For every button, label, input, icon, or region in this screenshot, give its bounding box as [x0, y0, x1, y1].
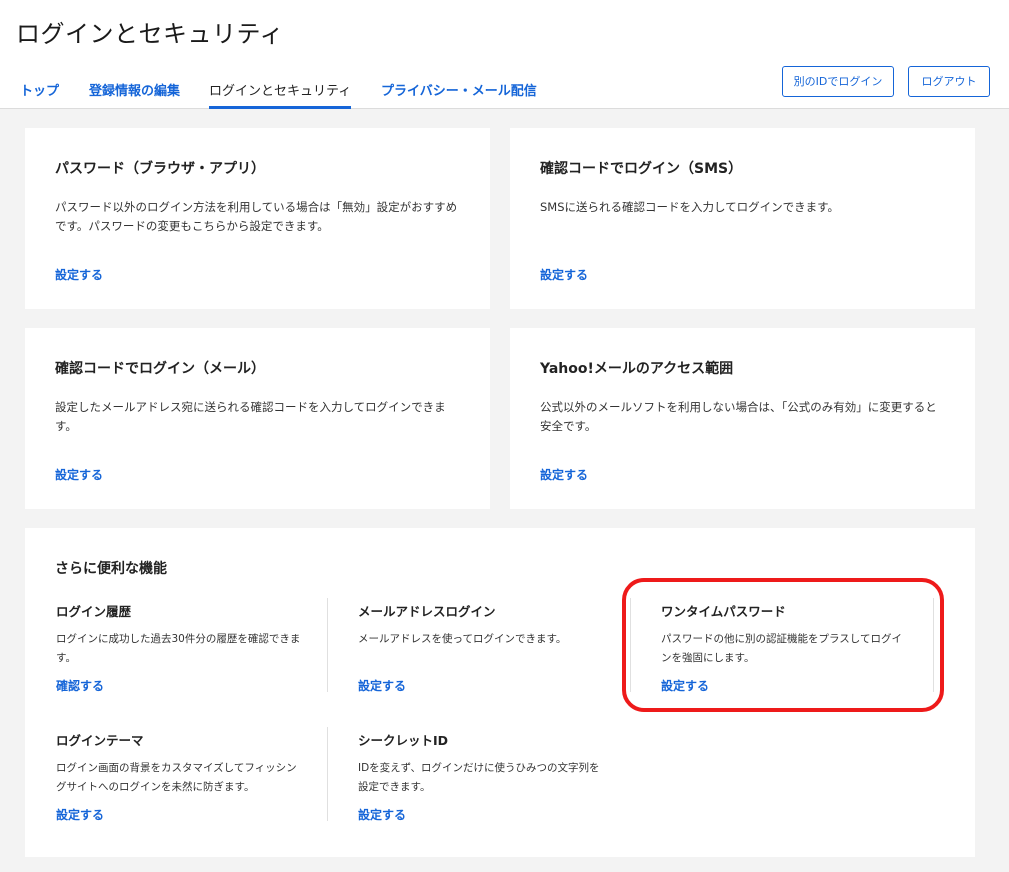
login-history-check-link[interactable]: 確認する: [56, 677, 104, 694]
mail-code-card: 確認コードでログイン（メール） 設定したメールアドレス宛に送られる確認コードを入…: [25, 328, 490, 509]
divider: [630, 598, 631, 692]
login-theme-settings-link[interactable]: 設定する: [56, 806, 104, 823]
tab-login-security[interactable]: ログインとセキュリティ: [209, 80, 352, 109]
feature-secret-id: シークレットID IDを変えず、ログインだけに使うひみつの文字列を設定できます。…: [358, 730, 628, 830]
feature-description: パスワードの他に別の認証機能をプラスしてログインを強固にします。: [661, 633, 902, 664]
page-title: ログインとセキュリティ: [16, 20, 285, 48]
password-settings-link[interactable]: 設定する: [55, 266, 103, 283]
sms-code-settings-link[interactable]: 設定する: [540, 266, 588, 283]
card-title: 確認コードでログイン（SMS）: [540, 161, 743, 177]
tab-privacy-mail[interactable]: プライバシー・メール配信: [381, 80, 537, 109]
sms-code-card: 確認コードでログイン（SMS） SMSに送られる確認コードを入力してログインでき…: [510, 128, 975, 309]
feature-title: ワンタイムパスワード: [661, 604, 786, 619]
feature-email-login: メールアドレスログイン メールアドレスを使ってログインできます。 設定する: [358, 601, 628, 701]
mail-access-settings-link[interactable]: 設定する: [540, 466, 588, 483]
tab-top[interactable]: トップ: [20, 80, 59, 109]
feature-title: シークレットID: [358, 733, 449, 748]
secret-id-settings-link[interactable]: 設定する: [358, 806, 406, 823]
card-title: Yahoo!メールのアクセス範囲: [540, 361, 734, 377]
card-description: 設定したメールアドレス宛に送られる確認コードを入力してログインできます。: [55, 400, 446, 433]
feature-title: ログインテーマ: [56, 733, 144, 748]
section-title: さらに便利な機能: [55, 561, 167, 577]
feature-login-history: ログイン履歴 ログインに成功した過去30件分の履歴を確認できます。 確認する: [56, 601, 326, 701]
feature-title: ログイン履歴: [56, 604, 132, 619]
yahoo-mail-access-card: Yahoo!メールのアクセス範囲 公式以外のメールソフトを利用しない場合は、「公…: [510, 328, 975, 509]
one-time-password-settings-link[interactable]: 設定する: [661, 677, 709, 694]
page-header: ログインとセキュリティ トップ 登録情報の編集 ログインとセキュリティ プライバ…: [0, 0, 1009, 109]
card-title: 確認コードでログイン（メール）: [55, 361, 265, 377]
feature-one-time-password: ワンタイムパスワード パスワードの他に別の認証機能をプラスしてログインを強固にし…: [661, 601, 931, 701]
divider: [933, 598, 934, 692]
card-description: 公式以外のメールソフトを利用しない場合は、「公式のみ有効」に変更すると安全です。: [540, 400, 937, 433]
feature-title: メールアドレスログイン: [358, 604, 496, 619]
email-login-settings-link[interactable]: 設定する: [358, 677, 406, 694]
logout-button[interactable]: ログアウト: [908, 66, 990, 97]
tab-edit-profile[interactable]: 登録情報の編集: [89, 80, 180, 109]
feature-description: メールアドレスを使ってログインできます。: [358, 633, 567, 645]
feature-login-theme: ログインテーマ ログイン画面の背景をカスタマイズしてフィッシングサイトへのログイ…: [56, 730, 326, 830]
mail-code-settings-link[interactable]: 設定する: [55, 466, 103, 483]
feature-description: IDを変えず、ログインだけに使うひみつの文字列を設定できます。: [358, 762, 600, 793]
card-description: SMSに送られる確認コードを入力してログインできます。: [540, 200, 840, 214]
card-title: パスワード（ブラウザ・アプリ）: [55, 161, 265, 177]
password-card: パスワード（ブラウザ・アプリ） パスワード以外のログイン方法を利用している場合は…: [25, 128, 490, 309]
divider: [327, 598, 328, 692]
card-description: パスワード以外のログイン方法を利用している場合は「無効」設定がおすすめです。パス…: [55, 200, 458, 233]
switch-id-login-button[interactable]: 別のIDでログイン: [782, 66, 894, 97]
divider: [327, 727, 328, 821]
more-features-section: さらに便利な機能 ログイン履歴 ログインに成功した過去30件分の履歴を確認できま…: [25, 528, 975, 857]
feature-description: ログインに成功した過去30件分の履歴を確認できます。: [56, 633, 301, 664]
feature-description: ログイン画面の背景をカスタマイズしてフィッシングサイトへのログインを未然に防ぎま…: [56, 762, 297, 793]
